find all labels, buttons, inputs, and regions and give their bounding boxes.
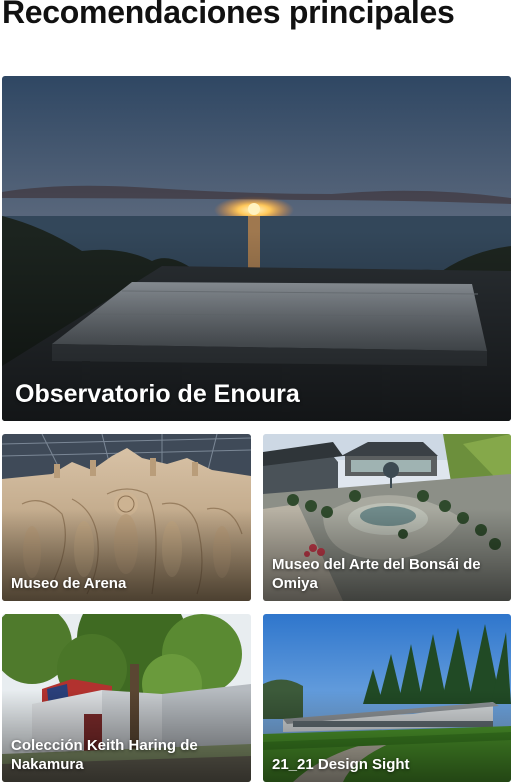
card-museo-del-arte-del-bonsai[interactable]: Museo del Arte del Bonsái de Omiya [263,434,511,601]
card-label: Observatorio de Enoura [15,380,300,408]
section-title: Recomendaciones principales [2,0,455,30]
card-museo-de-arena[interactable]: Museo de Arena [2,434,251,601]
card-label: Museo del Arte del Bonsái de Omiya [272,556,481,592]
card-label: Colección Keith Haring de Nakamura [11,737,198,773]
card-coleccion-keith-haring[interactable]: Colección Keith Haring de Nakamura [2,614,251,782]
card-label: 21_21 Design Sight [272,756,410,773]
recommendations-page: Recomendaciones principales Observatorio… [0,0,511,783]
card-label: Museo de Arena [11,575,127,592]
card-observatorio-de-enoura[interactable]: Observatorio de Enoura [2,76,511,421]
card-21-21-design-sight[interactable]: 21_21 Design Sight [263,614,511,782]
